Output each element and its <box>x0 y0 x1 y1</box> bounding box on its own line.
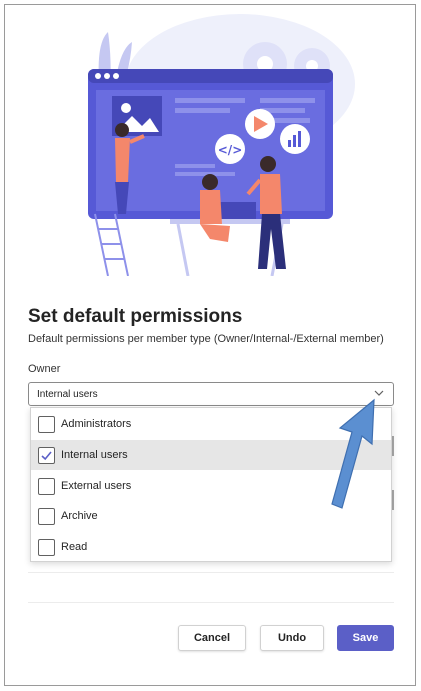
divider <box>28 602 394 603</box>
dialog-subtitle: Default permissions per member type (Own… <box>28 333 384 345</box>
hero-illustration: </> <box>88 14 355 276</box>
owner-select-value: Internal users <box>37 388 98 400</box>
undo-button[interactable]: Undo <box>260 625 324 651</box>
checkbox[interactable] <box>38 538 55 556</box>
checkbox[interactable] <box>38 415 55 433</box>
cancel-button[interactable]: Cancel <box>178 625 246 651</box>
svg-text:</>: </> <box>218 143 243 157</box>
divider <box>28 572 394 573</box>
save-button[interactable]: Save <box>337 625 394 651</box>
dialog-title: Set default permissions <box>28 306 243 327</box>
checkbox[interactable] <box>38 507 55 525</box>
annotation-arrow-icon <box>331 398 375 509</box>
chevron-down-icon[interactable] <box>373 388 385 398</box>
option-label: Internal users <box>61 449 128 461</box>
option-label: Administrators <box>61 418 132 430</box>
checkbox[interactable] <box>38 477 55 495</box>
option-read[interactable]: Read <box>31 532 391 562</box>
option-label: Archive <box>61 510 98 522</box>
owner-label: Owner <box>28 363 61 375</box>
option-label: Read <box>61 541 88 553</box>
checkbox-checked[interactable] <box>38 446 55 464</box>
option-label: External users <box>61 480 132 492</box>
checkmark-icon <box>41 450 52 460</box>
